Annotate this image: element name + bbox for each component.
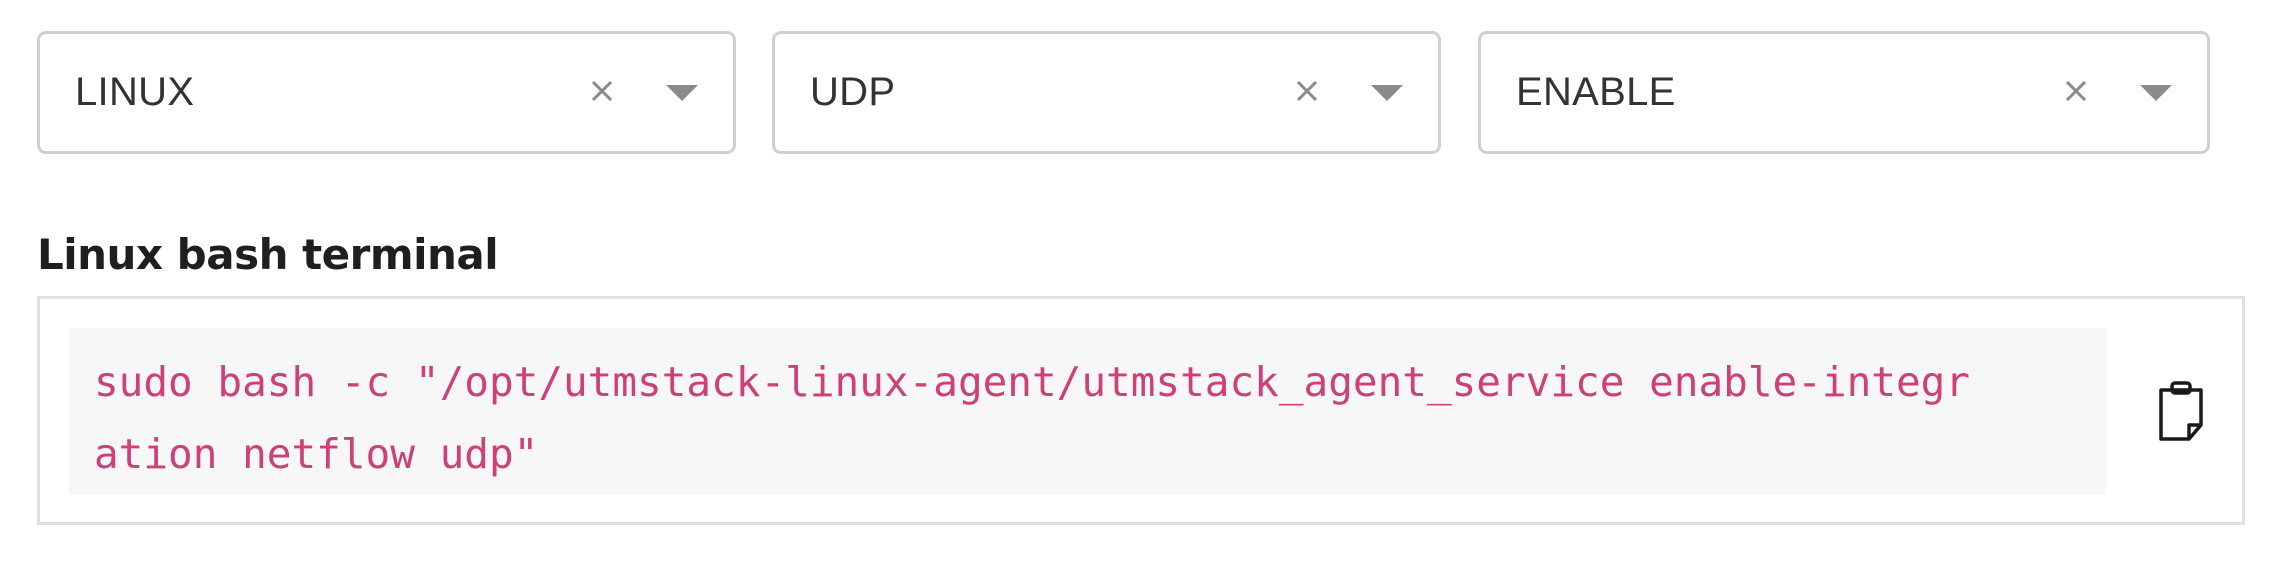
terminal-title: Linux bash terminal bbox=[37, 230, 499, 279]
action-select[interactable]: ENABLE bbox=[1478, 31, 2210, 154]
protocol-select-value: UDP bbox=[810, 70, 896, 114]
clipboard-icon[interactable] bbox=[2157, 381, 2205, 443]
action-select-value: ENABLE bbox=[1516, 70, 1676, 114]
platform-select[interactable]: LINUX bbox=[37, 31, 736, 154]
caret-down-icon[interactable] bbox=[1369, 82, 1405, 104]
protocol-select[interactable]: UDP bbox=[772, 31, 1441, 154]
command-code-block: sudo bash -c "/opt/utmstack-linux-agent/… bbox=[69, 328, 2106, 494]
command-text[interactable]: sudo bash -c "/opt/utmstack-linux-agent/… bbox=[94, 346, 1974, 490]
platform-select-value: LINUX bbox=[75, 70, 195, 114]
caret-down-icon[interactable] bbox=[2138, 82, 2174, 104]
terminal-panel: sudo bash -c "/opt/utmstack-linux-agent/… bbox=[37, 296, 2245, 525]
close-icon[interactable] bbox=[2059, 74, 2093, 108]
caret-down-icon[interactable] bbox=[664, 82, 700, 104]
close-icon[interactable] bbox=[1290, 74, 1324, 108]
close-icon[interactable] bbox=[585, 74, 619, 108]
